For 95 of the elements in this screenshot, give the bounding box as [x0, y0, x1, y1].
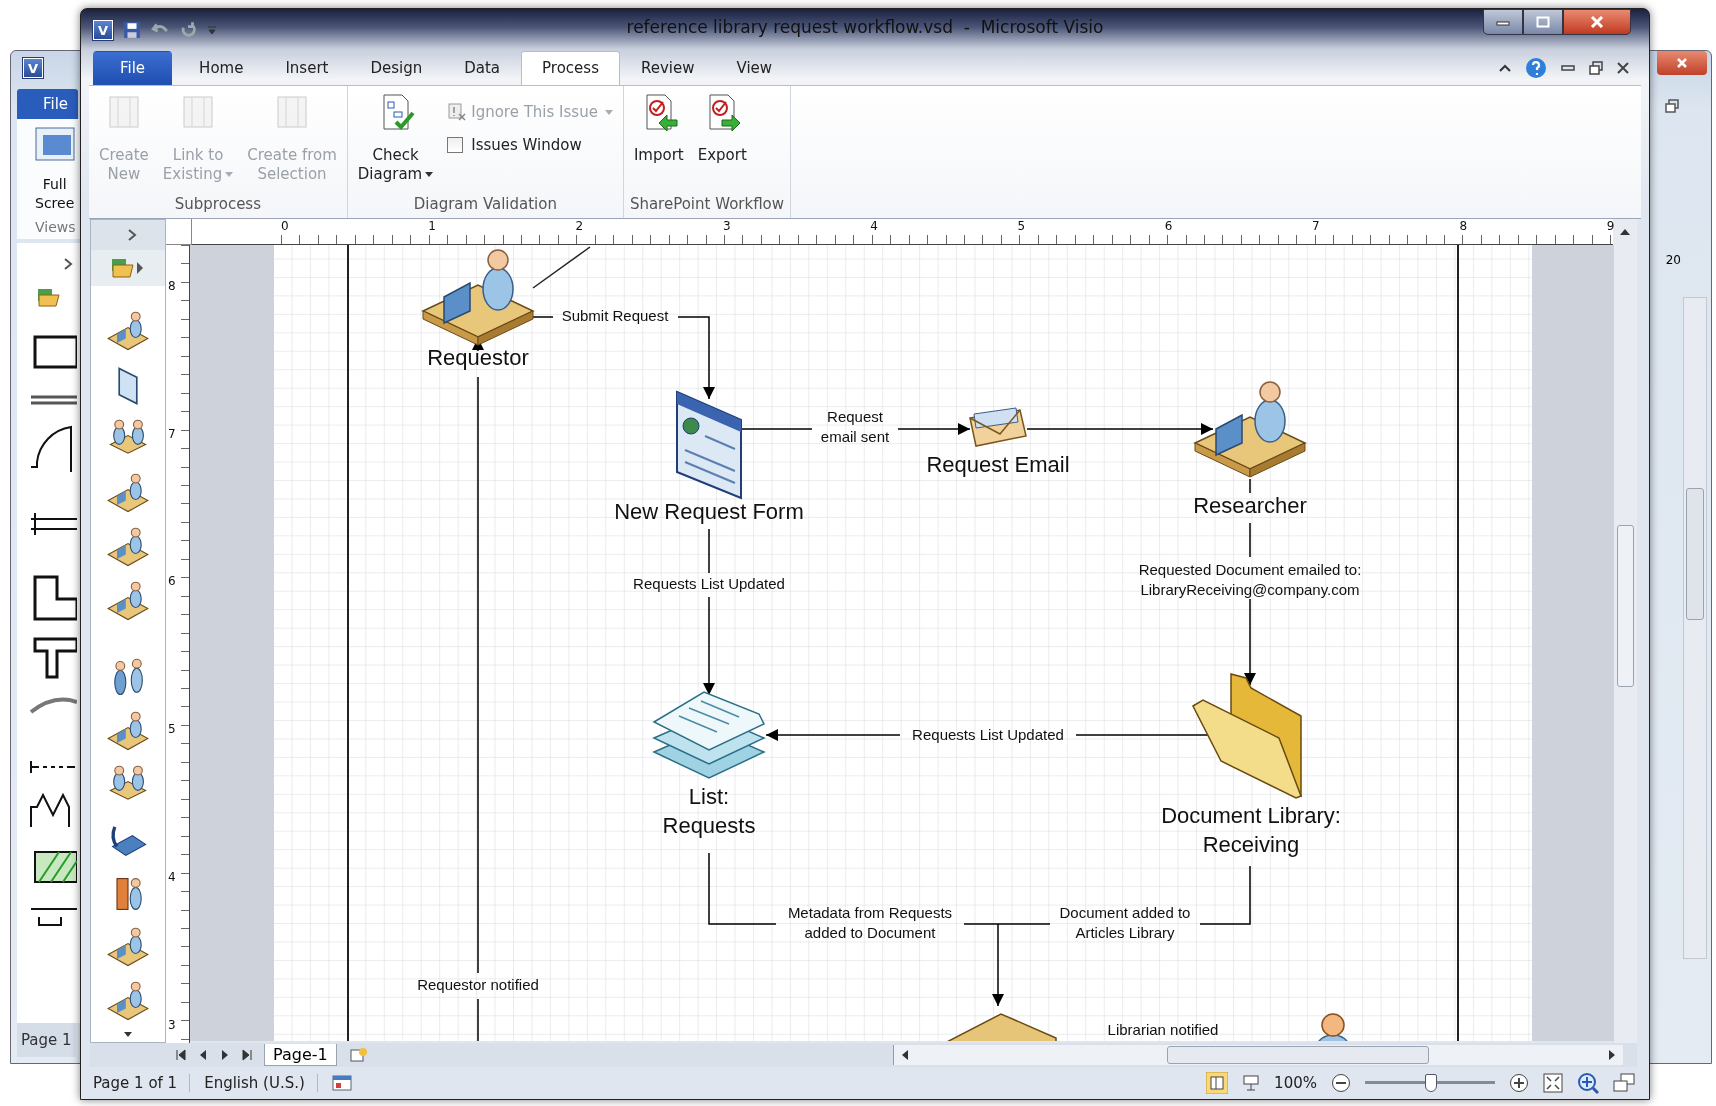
normal-view-icon[interactable]: [1206, 1072, 1229, 1094]
macro-icon[interactable]: [331, 1075, 352, 1091]
zoom-level[interactable]: 100%: [1274, 1074, 1317, 1092]
checkbox-label[interactable]: Issues Window: [471, 136, 582, 154]
connector-line: [477, 998, 479, 1041]
shape-label: Document Library: Receiving: [1161, 803, 1341, 857]
connector-line: [741, 428, 813, 430]
folder-icon[interactable]: [37, 287, 61, 307]
shape-label: New Request Form: [614, 499, 804, 524]
ribbon-tab[interactable]: View: [715, 51, 794, 85]
close-icon[interactable]: [1617, 62, 1629, 74]
chevron-icon[interactable]: [127, 228, 137, 242]
full-screen-icon: [35, 127, 75, 161]
customize-icon[interactable]: [207, 24, 217, 36]
folder-icon[interactable]: [111, 257, 145, 279]
connector-line: [1199, 865, 1251, 925]
help-icon[interactable]: [1525, 57, 1547, 79]
ribbon-tab[interactable]: Home: [178, 51, 265, 85]
close-icon: [1676, 57, 1688, 69]
group-label: SharePoint Workflow: [629, 195, 785, 215]
connector-label: Requests List Updated: [912, 726, 1064, 743]
page-number[interactable]: Page 1 of 1: [93, 1074, 191, 1092]
full-screen-label[interactable]: Full Scree: [35, 175, 75, 213]
scroll-down-icon[interactable]: [124, 1032, 132, 1038]
shape-label: Request Email: [926, 452, 1070, 477]
minimize-button[interactable]: [1483, 9, 1523, 35]
app-logo: V: [23, 58, 43, 78]
minimize-icon: [1496, 18, 1510, 26]
connector-label: Librarian notified: [1107, 1021, 1219, 1038]
scroll-up-icon[interactable]: [1620, 229, 1630, 235]
connector-label: Request email sent: [820, 408, 890, 445]
page-tab[interactable]: Page 1: [17, 1023, 76, 1057]
collapse-ribbon-icon[interactable]: [1499, 64, 1511, 72]
presentation-icon[interactable]: [1242, 1074, 1261, 1092]
maximize-icon: [1536, 16, 1550, 28]
first-page-icon[interactable]: [176, 1049, 186, 1061]
slider-thumb[interactable]: [1425, 1074, 1437, 1092]
redo-icon[interactable]: [179, 21, 197, 39]
ribbon-button[interactable]: Import: [629, 90, 688, 188]
ribbon-tab[interactable]: Process: [521, 51, 620, 85]
window-title: reference library request workflow.vsd - Microsoft Visio: [626, 17, 1104, 37]
minimize-icon[interactable]: [1561, 65, 1575, 71]
restore-icon[interactable]: [1665, 99, 1679, 113]
language-indicator[interactable]: English (U.S.): [204, 1074, 318, 1092]
page-tab[interactable]: Page-1: [264, 1044, 337, 1066]
vertical-scroll-bar[interactable]: [1614, 245, 1637, 1043]
vertical-ruler: 8 7 6 5 4 3: [166, 245, 190, 1043]
connector-label: Submit Request: [561, 307, 669, 324]
app-logo: V: [93, 20, 113, 40]
ribbon-tab[interactable]: Insert: [264, 51, 350, 85]
ribbon-tab[interactable]: Design: [349, 51, 444, 85]
person-drawing: [1316, 1013, 1350, 1041]
connector-label: Metadata from Requests added to Document: [787, 904, 953, 941]
connector-line: [1249, 478, 1251, 494]
connector-line: [532, 246, 591, 289]
group-label: Subprocess: [173, 195, 262, 215]
connector-line: [708, 528, 710, 574]
insert-page-icon[interactable]: [348, 1047, 369, 1063]
ribbon-tab[interactable]: Data: [443, 51, 522, 85]
connector-label: Requested Document emailed to: LibraryReceiving@company.com: [1138, 561, 1362, 598]
last-page-icon[interactable]: [242, 1049, 252, 1061]
scroll-bar[interactable]: [1683, 297, 1707, 959]
checkbox[interactable]: [447, 137, 464, 153]
previous-page-icon[interactable]: [198, 1049, 208, 1061]
switch-windows-icon[interactable]: [1613, 1073, 1635, 1093]
shape-label: Requestor: [427, 345, 529, 370]
close-button[interactable]: [1563, 9, 1631, 35]
shape-label: List: Requests: [662, 784, 756, 838]
envelope-drawing: [969, 407, 1027, 447]
horizontal-ruler: 0 1 2 3 4 5 6 7 8 9: [192, 219, 1613, 245]
file-tab[interactable]: File: [93, 51, 173, 85]
close-icon: [1590, 16, 1604, 28]
connector-line: [1249, 522, 1251, 558]
ignore-issue-icon: [447, 102, 468, 122]
group-label: Diagram Validation: [412, 195, 558, 215]
connector-label: Requests List Updated: [633, 575, 785, 592]
zoom-out-icon[interactable]: [1331, 1073, 1351, 1093]
next-page-icon[interactable]: [220, 1049, 230, 1061]
group-label: Views: [35, 219, 76, 235]
ruler-label: 20: [1665, 253, 1681, 267]
connector-label: Document added to Articles Library: [1059, 904, 1191, 941]
shape-label: Researcher: [1193, 493, 1307, 518]
ribbon-button[interactable]: Export: [693, 90, 751, 188]
save-icon[interactable]: [123, 21, 141, 39]
zoom-in-icon[interactable]: [1509, 1073, 1529, 1093]
maximize-button[interactable]: [1523, 9, 1563, 35]
horizontal-scroll-bar[interactable]: [893, 1045, 1623, 1065]
ribbon-button[interactable]: Check Diagram: [353, 90, 438, 188]
ribbon-tab[interactable]: Review: [619, 51, 716, 85]
chevron-icon[interactable]: [63, 257, 73, 271]
restore-icon[interactable]: [1589, 61, 1603, 75]
connector-label: Requestor notified: [417, 976, 539, 993]
pan-zoom-icon[interactable]: [1577, 1072, 1599, 1094]
file-tab[interactable]: File: [17, 89, 79, 119]
fit-page-icon[interactable]: [1543, 1073, 1563, 1093]
